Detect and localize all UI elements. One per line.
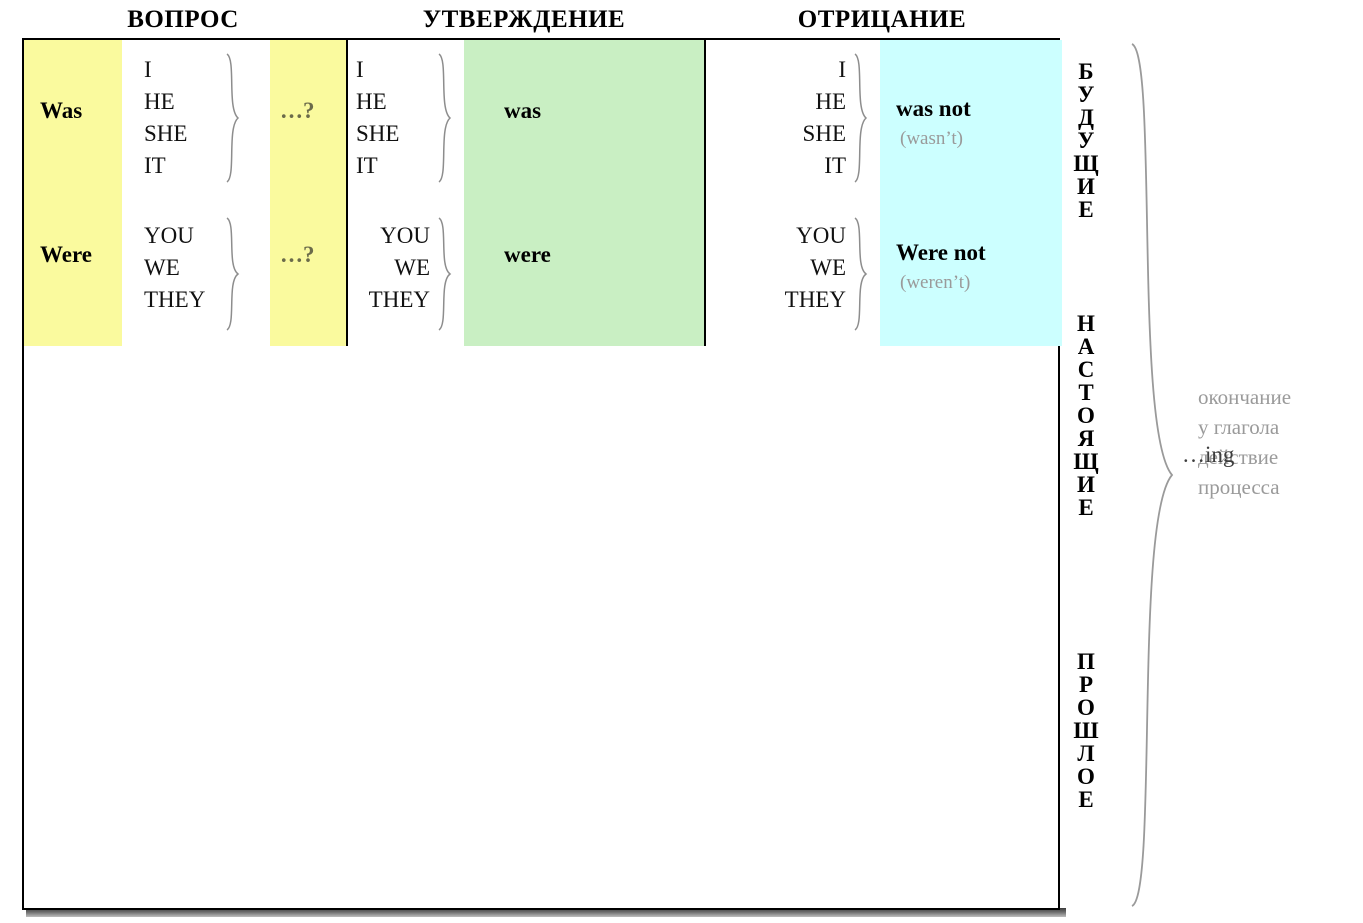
verb-form: were (504, 242, 551, 267)
header-affirmative: УТВЕРЖДЕНИЕ (422, 6, 626, 33)
tense-label-past: П Р О Ш Л О Е (1068, 650, 1104, 811)
affirmative-verb-cell: was were (464, 40, 704, 346)
header-negative: ОТРИЦАНИЕ (797, 6, 967, 33)
header-question: ВОПРОС (127, 6, 239, 33)
column-headers: ВОПРОС УТВЕРЖДЕНИЕ ОТРИЦАНИЕ (0, 0, 1363, 40)
pronoun: THEY (144, 287, 206, 312)
pronoun: I (838, 57, 846, 82)
aux-label: Were (40, 242, 92, 267)
pronoun-list: YOU WE THEY (706, 220, 846, 316)
tense-letter: А (1077, 334, 1095, 359)
pronoun-list: I HE SHE IT (356, 54, 399, 182)
tense-label-present: Н А С Т О Я Щ И Е (1068, 312, 1104, 519)
pronoun: IT (356, 153, 378, 178)
tense-letter: Е (1078, 197, 1094, 222)
tense-letter: Т (1078, 380, 1094, 405)
short-form: (wasn’t) (900, 128, 963, 149)
pronoun-list: YOU WE THEY (348, 220, 430, 316)
pronoun: IT (824, 153, 846, 178)
pronoun: YOU (796, 223, 846, 248)
brace-icon (222, 216, 246, 332)
tense-letter: О (1077, 695, 1095, 720)
tense-letter: О (1077, 403, 1095, 428)
question-aux-cell: Was Were (24, 40, 122, 346)
question-pronoun-cell: I HE SHE IT YOU WE THEY (122, 40, 270, 346)
tense-letter: Е (1078, 787, 1094, 812)
tense-letter: Ш (1073, 718, 1099, 743)
negative-pronoun-cell: I HE SHE IT YOU WE THEY (706, 40, 880, 346)
tense-letter: И (1077, 472, 1095, 497)
annotation-line: у глагола (1198, 415, 1280, 439)
pronoun: IT (144, 153, 166, 178)
question-tail-cell: …? …? (270, 40, 346, 346)
tense-letter: Щ (1073, 151, 1099, 176)
brace-icon (434, 52, 458, 184)
pronoun: SHE (356, 121, 400, 146)
pronoun-list: I HE SHE IT (144, 54, 187, 182)
pronoun: YOU (380, 223, 430, 248)
pronoun-list: I HE SHE IT (706, 54, 846, 182)
pronoun: THEY (784, 287, 846, 312)
question-tail: …? (280, 242, 315, 267)
tense-label-future: Б У Д У Щ И Е (1068, 60, 1104, 221)
pronoun: HE (815, 89, 846, 114)
affirmative-pronoun-cell: I HE SHE IT YOU WE THEY (348, 40, 464, 346)
brace-icon (434, 216, 458, 332)
verb-form: was not (896, 96, 971, 121)
pronoun: WE (810, 255, 846, 280)
pronoun-list: YOU WE THEY (144, 220, 205, 316)
tense-letter: С (1077, 357, 1095, 382)
tense-letter: Б (1078, 59, 1094, 84)
pronoun: WE (394, 255, 430, 280)
tense-letter: Л (1077, 741, 1095, 766)
pronoun: I (144, 57, 152, 82)
grammar-table: Will I HE SHE IT YOU WE THEY be? I HE (22, 38, 1062, 910)
pronoun: I (356, 57, 364, 82)
negative-verb-cell: was not (wasn’t) Were not (weren’t) (880, 40, 1062, 346)
tense-letter: Н (1077, 311, 1095, 336)
ing-suffix: …ing (1182, 442, 1235, 467)
pronoun: HE (356, 89, 387, 114)
tense-letter: Д (1078, 105, 1094, 130)
brace-icon (222, 52, 246, 184)
brace-icon (850, 52, 874, 184)
pronoun: WE (144, 255, 180, 280)
aux-label: Was (40, 98, 83, 123)
outer-brace-icon (1118, 40, 1188, 915)
tense-letter: У (1077, 82, 1095, 107)
verb-form: was (504, 98, 542, 123)
tense-letter: П (1077, 649, 1095, 674)
pronoun: YOU (144, 223, 194, 248)
pronoun: SHE (144, 121, 188, 146)
annotation-line: окончание (1198, 385, 1292, 409)
question-tail: …? (280, 98, 315, 123)
annotation-line: процесса (1198, 475, 1280, 499)
tense-letter: Р (1078, 672, 1094, 697)
tense-letter: Я (1077, 426, 1095, 451)
tense-letter: Е (1078, 495, 1094, 520)
verb-form: Were not (896, 240, 986, 265)
pronoun: THEY (368, 287, 430, 312)
tense-letter: У (1077, 128, 1095, 153)
table-row: Was Were I HE SHE IT YOU WE THEY …? …? I… (24, 40, 1062, 346)
tense-letter: О (1077, 764, 1095, 789)
pronoun: SHE (802, 121, 846, 146)
ing-annotation: окончание у глагола …ing действие процес… (1182, 382, 1363, 502)
tense-letter: И (1077, 174, 1095, 199)
brace-icon (850, 216, 874, 332)
pronoun: HE (144, 89, 175, 114)
short-form: (weren’t) (900, 272, 971, 293)
tense-letter: Щ (1073, 449, 1099, 474)
